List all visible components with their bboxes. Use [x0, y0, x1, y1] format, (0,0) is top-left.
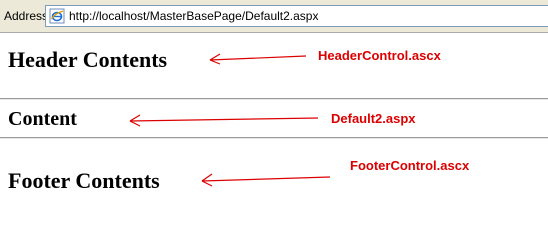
url-text: http://localhost/MasterBasePage/Default2… — [69, 9, 319, 23]
footer-annotation: FooterControl.ascx — [350, 158, 470, 173]
address-field[interactable]: http://localhost/MasterBasePage/Default2… — [45, 5, 548, 27]
address-label: Address — [4, 9, 49, 23]
header-arrow — [209, 53, 307, 65]
footer-arrow — [201, 173, 331, 187]
header-annotation: HeaderControl.ascx — [318, 48, 441, 63]
address-bar: Address http://localhost/MasterBasePage/… — [0, 0, 548, 33]
page-content: Header Contents Content Footer Contents … — [0, 33, 548, 210]
content-annotation: Default2.aspx — [331, 111, 416, 126]
annotation-arrows — [129, 53, 331, 187]
ie-page-icon — [49, 8, 65, 24]
content-arrow — [129, 114, 319, 127]
